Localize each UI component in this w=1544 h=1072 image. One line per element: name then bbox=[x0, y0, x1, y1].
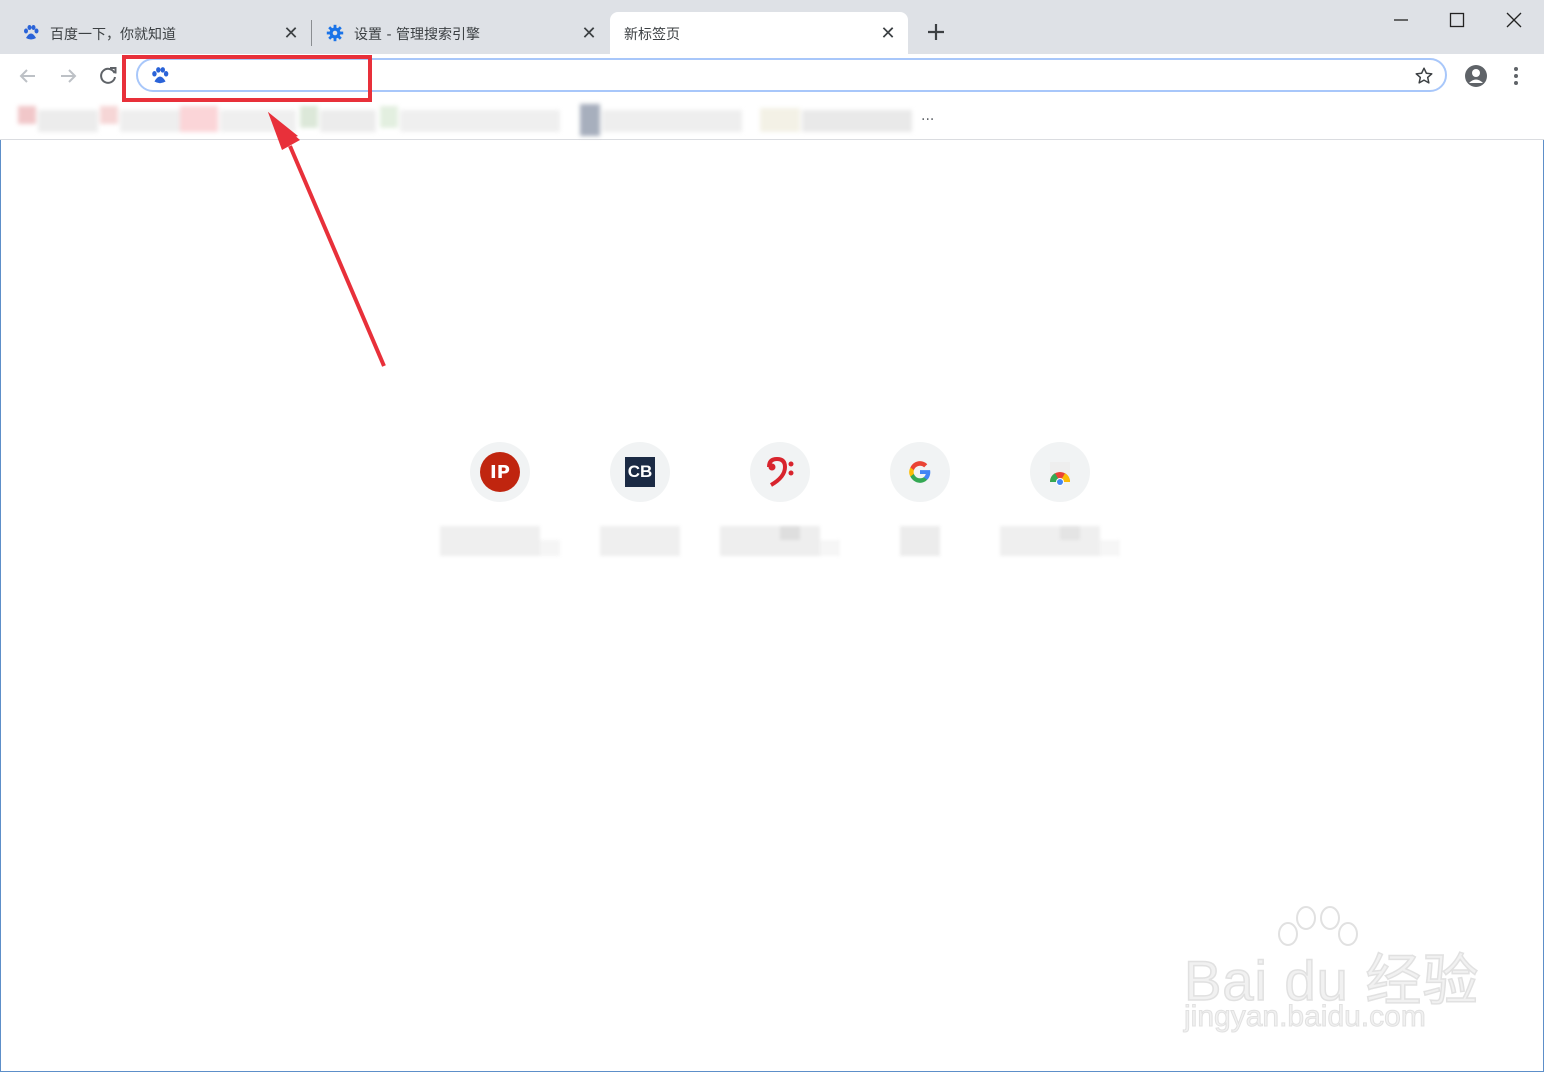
shortcut-label bbox=[900, 526, 940, 556]
shortcut-tile[interactable]: CB bbox=[580, 442, 700, 562]
shortcut-tile[interactable] bbox=[1000, 442, 1120, 562]
tab-title: 设置 - 管理搜索引擎 bbox=[354, 27, 480, 43]
shortcut-tile[interactable] bbox=[860, 442, 980, 562]
watermark-url: jingyan.baidu.com bbox=[1184, 1000, 1427, 1034]
shortcut-icon-circle bbox=[1030, 442, 1090, 502]
baidu-jingyan-watermark: Bai du 经验 jingyan.baidu.com bbox=[1180, 900, 1480, 1050]
shortcut-tile[interactable]: IP bbox=[440, 442, 560, 562]
bookmarks-blurred bbox=[16, 104, 921, 136]
maximize-icon[interactable] bbox=[1445, 8, 1469, 32]
bookmarks-bar: ... bbox=[0, 98, 1544, 140]
tab-strip: 百度一下，你就知道 ✕ 设置 - 管理搜索引擎 ✕ 新标签页 ✕ bbox=[0, 0, 1544, 54]
menu-kebab-icon[interactable] bbox=[1504, 64, 1528, 88]
shortcut-icon-circle: CB bbox=[610, 442, 670, 502]
shortcut-label bbox=[600, 526, 680, 556]
tab-settings[interactable]: 设置 - 管理搜索引擎 ✕ bbox=[312, 12, 608, 54]
back-arrow-icon[interactable] bbox=[16, 64, 40, 88]
shortcut-label bbox=[440, 526, 560, 556]
tab-title: 新标签页 bbox=[624, 27, 680, 43]
tab-baidu[interactable]: 百度一下，你就知道 ✕ bbox=[8, 12, 308, 54]
shortcut-label bbox=[720, 526, 840, 556]
window-close-icon[interactable] bbox=[1502, 8, 1526, 32]
shortcut-icon-circle bbox=[890, 442, 950, 502]
music-clef-icon bbox=[767, 456, 794, 487]
chrome-web-store-icon bbox=[1049, 462, 1071, 486]
bookmark-star-icon[interactable] bbox=[1413, 65, 1435, 87]
shortcut-label bbox=[1000, 526, 1120, 556]
gear-icon bbox=[326, 24, 344, 42]
bookmarks-overflow[interactable]: ... bbox=[921, 108, 934, 124]
baidu-paw-icon bbox=[24, 25, 39, 40]
annotation-highlight-box bbox=[122, 55, 372, 102]
close-icon[interactable]: ✕ bbox=[280, 22, 302, 44]
ip-site-icon: IP bbox=[480, 452, 520, 492]
reload-icon[interactable] bbox=[96, 64, 120, 88]
shortcut-icon-circle: IP bbox=[470, 442, 530, 502]
forward-arrow-icon[interactable] bbox=[56, 64, 80, 88]
shortcut-icon-circle bbox=[750, 442, 810, 502]
cb-site-icon: CB bbox=[625, 457, 655, 487]
tab-new-tab[interactable]: 新标签页 ✕ bbox=[610, 12, 908, 54]
tab-title: 百度一下，你就知道 bbox=[50, 27, 176, 43]
shortcut-tile[interactable] bbox=[720, 442, 840, 562]
profile-avatar-icon[interactable] bbox=[1464, 64, 1488, 88]
close-icon[interactable]: ✕ bbox=[578, 22, 600, 44]
close-icon[interactable]: ✕ bbox=[877, 22, 899, 44]
google-g-icon bbox=[909, 461, 931, 483]
minimize-icon[interactable] bbox=[1389, 8, 1413, 32]
new-tab-plus-icon[interactable] bbox=[924, 20, 948, 44]
